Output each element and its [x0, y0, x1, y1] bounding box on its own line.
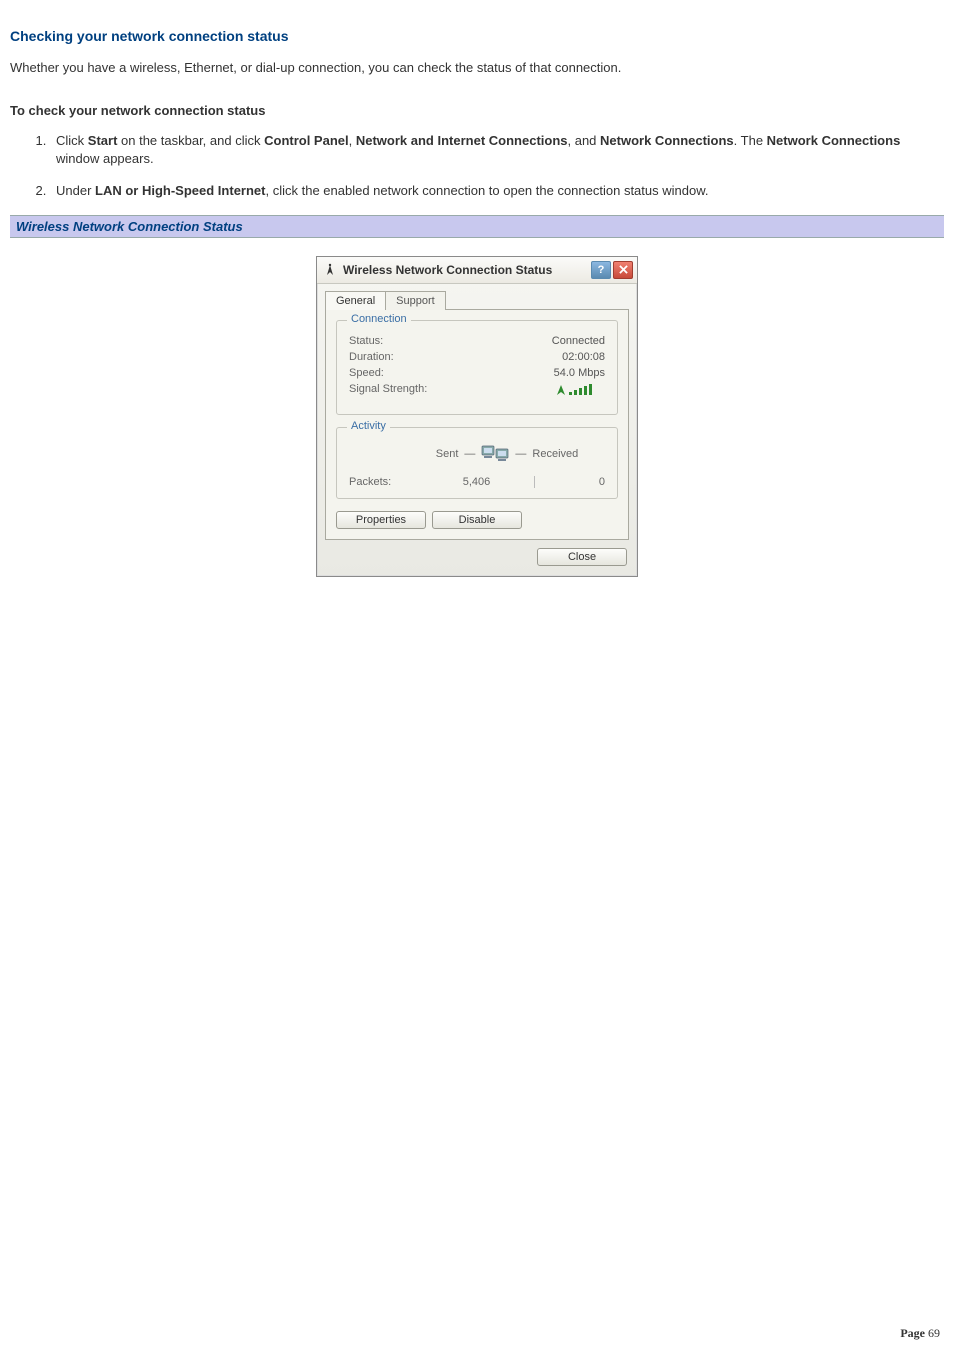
duration-label: Duration: [349, 351, 394, 363]
step-text: Click [56, 133, 88, 148]
step-text: Under [56, 183, 95, 198]
section-heading: Checking your network connection status [10, 28, 944, 44]
step-bold: Network Connections [767, 133, 901, 148]
status-value: Connected [552, 335, 605, 347]
groupbox-legend: Activity [347, 420, 390, 432]
duration-value: 02:00:08 [562, 351, 605, 363]
network-computers-icon [481, 442, 509, 466]
step-text: on the taskbar, and click [117, 133, 264, 148]
speed-label: Speed: [349, 367, 384, 379]
step-bold: Network Connections [600, 133, 734, 148]
signal-strength-label: Signal Strength: [349, 383, 427, 400]
page-label: Page [900, 1326, 928, 1340]
intro-paragraph: Whether you have a wireless, Ethernet, o… [10, 60, 944, 75]
received-label: Received [532, 448, 578, 460]
step-bold: LAN or High-Speed Internet [95, 183, 265, 198]
tab-support[interactable]: Support [386, 291, 446, 310]
page-value: 69 [928, 1326, 940, 1340]
tab-general[interactable]: General [325, 291, 386, 310]
sent-label: Sent [436, 448, 459, 460]
page-number: Page 69 [900, 1326, 940, 1341]
step-text: window appears. [56, 151, 154, 166]
groupbox-legend: Connection [347, 313, 411, 325]
step-item: Under LAN or High-Speed Internet, click … [50, 182, 944, 200]
tab-strip: General Support [317, 284, 637, 309]
activity-groupbox: Activity Sent — [336, 427, 618, 499]
dash-icon: — [464, 448, 475, 460]
tab-panel-general: Connection Status: Connected Duration: 0… [325, 309, 629, 540]
figure-caption: Wireless Network Connection Status [10, 215, 944, 238]
close-button[interactable] [613, 261, 633, 279]
divider [534, 476, 535, 488]
signal-strength-icon [557, 383, 605, 400]
step-bold: Network and Internet Connections [356, 133, 568, 148]
connection-status-dialog: Wireless Network Connection Status ? Gen… [316, 256, 638, 577]
connection-groupbox: Connection Status: Connected Duration: 0… [336, 320, 618, 415]
step-text: , and [568, 133, 601, 148]
disable-button[interactable]: Disable [432, 511, 522, 529]
speed-value: 54.0 Mbps [554, 367, 605, 379]
step-text: . The [734, 133, 767, 148]
close-dialog-button[interactable]: Close [537, 548, 627, 566]
sub-heading: To check your network connection status [10, 103, 944, 118]
wireless-antenna-icon [323, 263, 337, 277]
step-text: , click the enabled network connection t… [265, 183, 708, 198]
dialog-titlebar: Wireless Network Connection Status ? [317, 257, 637, 284]
dialog-title: Wireless Network Connection Status [343, 263, 589, 277]
step-item: Click Start on the taskbar, and click Co… [50, 132, 944, 168]
step-bold: Control Panel [264, 133, 349, 148]
dash-icon: — [515, 448, 526, 460]
packets-sent-value: 5,406 [429, 476, 524, 488]
help-button[interactable]: ? [591, 261, 611, 279]
properties-button[interactable]: Properties [336, 511, 426, 529]
steps-list: Click Start on the taskbar, and click Co… [10, 132, 944, 201]
packets-received-value: 0 [545, 476, 605, 488]
step-text: , [349, 133, 356, 148]
status-label: Status: [349, 335, 383, 347]
step-bold: Start [88, 133, 118, 148]
packets-label: Packets: [349, 476, 429, 488]
